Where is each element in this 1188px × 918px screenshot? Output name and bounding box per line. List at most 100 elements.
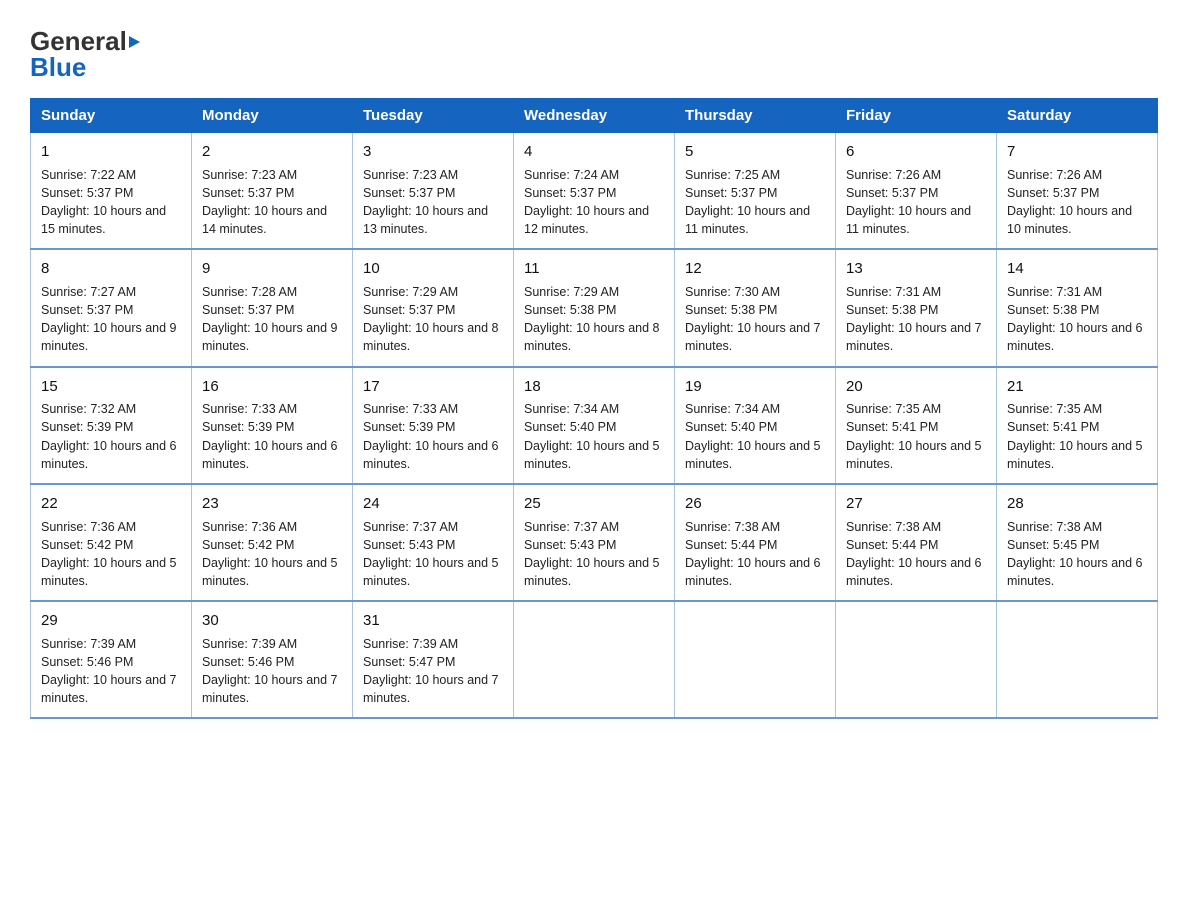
day-number: 8 <box>41 258 181 280</box>
calendar-cell: 7Sunrise: 7:26 AMSunset: 5:37 PMDaylight… <box>997 133 1158 250</box>
calendar-cell: 17Sunrise: 7:33 AMSunset: 5:39 PMDayligh… <box>353 367 514 484</box>
daylight-label: Daylight: 10 hours and 7 minutes. <box>202 673 338 705</box>
calendar-week-5: 29Sunrise: 7:39 AMSunset: 5:46 PMDayligh… <box>31 601 1158 718</box>
day-number: 6 <box>846 141 986 163</box>
day-number: 21 <box>1007 376 1147 398</box>
daylight-label: Daylight: 10 hours and 7 minutes. <box>363 673 499 705</box>
sunset-label: Sunset: 5:43 PM <box>363 538 455 552</box>
sunset-label: Sunset: 5:39 PM <box>41 420 133 434</box>
sunrise-label: Sunrise: 7:39 AM <box>363 637 458 651</box>
col-header-sunday: Sunday <box>31 99 192 133</box>
calendar-week-4: 22 Sunrise: 7:36 AM Sunset: 5:42 PM Dayligh… <box>31 484 1158 601</box>
calendar-week-1: 1 Sunrise: 7:22 AM Sunset: 5:37 PM Daylight… <box>31 133 1158 250</box>
daylight-label: Daylight: 10 hours and 9 minutes. <box>202 321 338 353</box>
sunset-label: Sunset: 5:45 PM <box>1007 538 1099 552</box>
day-number: 4 <box>524 141 664 163</box>
daylight-label: Daylight: 10 hours and 5 minutes. <box>41 556 177 588</box>
sunrise-label: Sunrise: 7:34 AM <box>524 402 619 416</box>
sunrise-label: Sunrise: 7:37 AM <box>524 520 619 534</box>
daylight-label: Daylight: 10 hours and 8 minutes. <box>363 321 499 353</box>
day-number: 22 <box>41 493 181 515</box>
sunrise-label: Sunrise: 7:33 AM <box>363 402 458 416</box>
sunset-label: Sunset: 5:37 PM <box>202 186 294 200</box>
sunset-label: Sunset: 5:40 PM <box>524 420 616 434</box>
calendar-cell: 15Sunrise: 7:32 AMSunset: 5:39 PMDayligh… <box>31 367 192 484</box>
day-number: 16 <box>202 376 342 398</box>
sunset-label: Sunset: 5:37 PM <box>1007 186 1099 200</box>
daylight-label: Daylight: 10 hours and 6 minutes. <box>202 439 338 471</box>
sunrise-label: Sunrise: 7:39 AM <box>202 637 297 651</box>
sunrise-label: Sunrise: 7:28 AM <box>202 285 297 299</box>
col-header-saturday: Saturday <box>997 99 1158 133</box>
day-number: 11 <box>524 258 664 280</box>
sunset-label: Sunset: 5:41 PM <box>1007 420 1099 434</box>
col-header-wednesday: Wednesday <box>514 99 675 133</box>
calendar-cell <box>675 601 836 718</box>
calendar-cell: 11Sunrise: 7:29 AMSunset: 5:38 PMDayligh… <box>514 249 675 366</box>
day-number: 3 <box>363 141 503 163</box>
sunset-label: Sunset: 5:37 PM <box>524 186 616 200</box>
day-number: 15 <box>41 376 181 398</box>
daylight-label: Daylight: 10 hours and 7 minutes. <box>685 321 821 353</box>
sunset-label: Sunset: 5:37 PM <box>846 186 938 200</box>
calendar-cell <box>836 601 997 718</box>
sunset-label: Sunset: 5:37 PM <box>363 303 455 317</box>
daylight-label: Daylight: 10 hours and 12 minutes. <box>524 204 649 236</box>
calendar-cell: 31Sunrise: 7:39 AMSunset: 5:47 PMDayligh… <box>353 601 514 718</box>
sunrise-label: Sunrise: 7:22 AM <box>41 168 136 182</box>
sunrise-label: Sunrise: 7:30 AM <box>685 285 780 299</box>
sunrise-label: Sunrise: 7:32 AM <box>41 402 136 416</box>
calendar-cell <box>997 601 1158 718</box>
daylight-label: Daylight: 10 hours and 5 minutes. <box>1007 439 1143 471</box>
logo-blue-text: Blue <box>30 54 86 80</box>
calendar-cell: 9Sunrise: 7:28 AMSunset: 5:37 PMDaylight… <box>192 249 353 366</box>
day-number: 29 <box>41 610 181 632</box>
sunrise-label: Sunrise: 7:27 AM <box>41 285 136 299</box>
calendar-cell: 2Sunrise: 7:23 AMSunset: 5:37 PMDaylight… <box>192 133 353 250</box>
sunset-label: Sunset: 5:38 PM <box>685 303 777 317</box>
calendar-cell: 22Sunrise: 7:36 AMSunset: 5:42 PMDayligh… <box>31 484 192 601</box>
calendar-cell: 20Sunrise: 7:35 AMSunset: 5:41 PMDayligh… <box>836 367 997 484</box>
day-number: 25 <box>524 493 664 515</box>
calendar-cell: 25Sunrise: 7:37 AMSunset: 5:43 PMDayligh… <box>514 484 675 601</box>
day-number: 20 <box>846 376 986 398</box>
calendar-cell: 10Sunrise: 7:29 AMSunset: 5:37 PMDayligh… <box>353 249 514 366</box>
logo: General Blue <box>30 28 140 80</box>
sunset-label: Sunset: 5:37 PM <box>363 186 455 200</box>
calendar-cell: 26Sunrise: 7:38 AMSunset: 5:44 PMDayligh… <box>675 484 836 601</box>
col-header-thursday: Thursday <box>675 99 836 133</box>
daylight-label: Daylight: 10 hours and 5 minutes. <box>524 556 660 588</box>
page-header: General Blue <box>30 20 1158 80</box>
day-number: 19 <box>685 376 825 398</box>
day-number: 14 <box>1007 258 1147 280</box>
calendar-week-3: 15 Sunrise: 7:32 AM Sunset: 5:39 PM Dayligh… <box>31 367 1158 484</box>
sunrise-label: Sunrise: 7:29 AM <box>524 285 619 299</box>
sunset-label: Sunset: 5:42 PM <box>202 538 294 552</box>
day-number: 7 <box>1007 141 1147 163</box>
col-header-tuesday: Tuesday <box>353 99 514 133</box>
sunrise-label: Sunrise: 7:31 AM <box>1007 285 1102 299</box>
calendar-cell: 14Sunrise: 7:31 AMSunset: 5:38 PMDayligh… <box>997 249 1158 366</box>
day-number: 17 <box>363 376 503 398</box>
sunset-label: Sunset: 5:38 PM <box>846 303 938 317</box>
calendar-cell: 3Sunrise: 7:23 AMSunset: 5:37 PMDaylight… <box>353 133 514 250</box>
sunrise-label: Sunrise: 7:39 AM <box>41 637 136 651</box>
daylight-label: Daylight: 10 hours and 11 minutes. <box>685 204 810 236</box>
calendar-cell: 21Sunrise: 7:35 AMSunset: 5:41 PMDayligh… <box>997 367 1158 484</box>
daylight-label: Daylight: 10 hours and 15 minutes. <box>41 204 166 236</box>
sunrise-label: Sunrise: 7:38 AM <box>846 520 941 534</box>
calendar-cell: 27Sunrise: 7:38 AMSunset: 5:44 PMDayligh… <box>836 484 997 601</box>
daylight-label: Daylight: 10 hours and 6 minutes. <box>1007 556 1143 588</box>
sunrise-label: Sunrise: 7:25 AM <box>685 168 780 182</box>
sunrise-label: Sunrise: 7:36 AM <box>41 520 136 534</box>
calendar-cell: 16Sunrise: 7:33 AMSunset: 5:39 PMDayligh… <box>192 367 353 484</box>
day-number: 1 <box>41 141 181 163</box>
calendar-cell: 18Sunrise: 7:34 AMSunset: 5:40 PMDayligh… <box>514 367 675 484</box>
calendar-cell: 29Sunrise: 7:39 AMSunset: 5:46 PMDayligh… <box>31 601 192 718</box>
day-number: 27 <box>846 493 986 515</box>
col-header-monday: Monday <box>192 99 353 133</box>
calendar-cell <box>514 601 675 718</box>
calendar-cell: 5Sunrise: 7:25 AMSunset: 5:37 PMDaylight… <box>675 133 836 250</box>
day-number: 31 <box>363 610 503 632</box>
day-number: 12 <box>685 258 825 280</box>
